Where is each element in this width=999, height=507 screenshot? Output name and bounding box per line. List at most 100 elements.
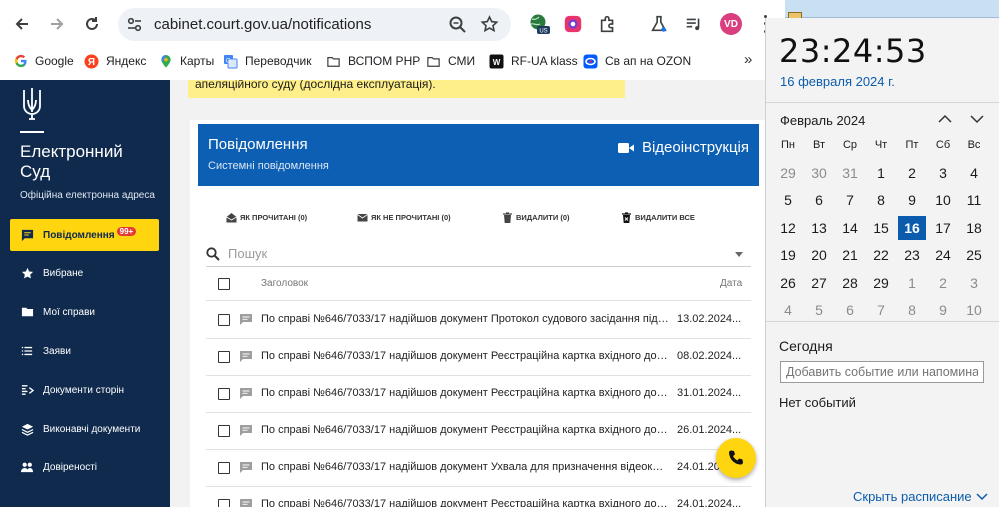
chevron-down-icon[interactable] (970, 112, 984, 126)
zoom-icon[interactable] (448, 15, 467, 34)
extensions-puzzle-icon[interactable] (597, 13, 619, 35)
mark-read-button[interactable]: ЯК ПРОЧИТАНІ (0) (226, 212, 307, 223)
hide-schedule-link[interactable]: Скрыть расписание (853, 489, 988, 504)
delete-button[interactable]: ВИДАЛИТИ (0) (502, 212, 570, 223)
bookmark-folder-vspom[interactable]: ВСПОМ РНР (326, 51, 420, 71)
chevron-up-icon[interactable] (938, 112, 952, 126)
calendar-day[interactable]: 3 (960, 271, 988, 295)
calendar-day[interactable]: 22 (867, 243, 895, 267)
bookmark-google[interactable]: Google (13, 51, 74, 71)
calendar-day[interactable]: 2 (898, 161, 926, 185)
sidebar-item-applications[interactable]: Заяви (10, 335, 159, 367)
sidebar-item-enforcement-documents[interactable]: Виконавчі документи (10, 413, 159, 445)
color-extension-icon[interactable] (562, 13, 584, 35)
calendar-day[interactable]: 6 (805, 188, 833, 212)
calendar-day[interactable]: 27 (805, 271, 833, 295)
calendar-day[interactable]: 6 (836, 298, 864, 322)
bookmarks-overflow-chevron[interactable]: » (744, 51, 752, 68)
calendar-day[interactable]: 3 (929, 161, 957, 185)
forward-button[interactable] (43, 10, 71, 38)
bookmark-rf-ua-klass[interactable]: W RF-UA klass (489, 51, 578, 71)
row-title[interactable]: По справі №646/7033/17 надійшов документ… (261, 498, 669, 507)
table-row[interactable]: По справі №646/7033/17 надійшов документ… (206, 487, 751, 507)
add-event-input[interactable] (780, 361, 984, 383)
column-header-title[interactable]: Заголовок (261, 278, 308, 289)
bookmark-maps[interactable]: Карты (158, 51, 214, 71)
call-support-button[interactable] (716, 438, 756, 478)
sidebar-item-party-documents[interactable]: Документи сторін (10, 374, 159, 406)
row-checkbox[interactable] (218, 425, 230, 437)
table-row[interactable]: По справі №646/7033/17 надійшов документ… (206, 450, 751, 487)
row-checkbox[interactable] (218, 499, 230, 507)
calendar-day[interactable]: 29 (867, 271, 895, 295)
calendar-day[interactable]: 8 (898, 298, 926, 322)
calendar-day[interactable]: 9 (929, 298, 957, 322)
search-dropdown-chevron-icon[interactable] (735, 252, 743, 257)
labs-flask-icon[interactable] (648, 13, 670, 35)
row-checkbox[interactable] (218, 462, 230, 474)
site-settings-icon[interactable] (126, 16, 143, 33)
calendar-day[interactable]: 7 (867, 298, 895, 322)
media-controls-icon[interactable] (683, 13, 705, 35)
clock-date-link[interactable]: 16 февраля 2024 г. (780, 74, 895, 89)
calendar-day[interactable]: 4 (774, 298, 802, 322)
calendar-day[interactable]: 31 (836, 161, 864, 185)
calendar-day[interactable]: 8 (867, 188, 895, 212)
calendar-day[interactable]: 19 (774, 243, 802, 267)
back-button[interactable] (8, 10, 36, 38)
calendar-day[interactable]: 13 (805, 216, 833, 240)
delete-all-button[interactable]: ВИДАЛИТИ ВСЕ (621, 212, 695, 223)
sidebar-item-my-cases[interactable]: Мої справи (10, 296, 159, 328)
vpn-extension-icon[interactable]: US (528, 13, 550, 35)
sidebar-item-notifications[interactable]: Повідомлення 99+ (10, 219, 159, 251)
table-row[interactable]: По справі №646/7033/17 надійшов документ… (206, 376, 751, 413)
reload-button[interactable] (78, 10, 106, 38)
calendar-day[interactable]: 1 (867, 161, 895, 185)
calendar-month-title[interactable]: Февраль 2024 (780, 113, 865, 128)
bookmark-yandex[interactable]: Я Яндекс (84, 51, 146, 71)
calendar-day[interactable]: 25 (960, 243, 988, 267)
calendar-day[interactable]: 5 (774, 188, 802, 212)
calendar-day[interactable]: 17 (929, 216, 957, 240)
calendar-day[interactable]: 2 (929, 271, 957, 295)
column-header-date[interactable]: Дата (720, 278, 742, 289)
calendar-day[interactable]: 10 (960, 298, 988, 322)
select-all-checkbox[interactable] (218, 278, 230, 290)
sidebar-item-favorites[interactable]: Вибране (10, 257, 159, 289)
calendar-day[interactable]: 30 (805, 161, 833, 185)
row-title[interactable]: По справі №646/7033/17 надійшов документ… (261, 461, 669, 473)
profile-avatar[interactable]: VD (720, 13, 742, 35)
bookmark-ozon[interactable]: Св ап на OZON (583, 51, 691, 71)
calendar-day[interactable]: 15 (867, 216, 895, 240)
search-input[interactable] (228, 246, 708, 261)
row-title[interactable]: По справі №646/7033/17 надійшов документ… (261, 350, 669, 362)
calendar-day[interactable]: 10 (929, 188, 957, 212)
calendar-day-today[interactable]: 16 (898, 216, 926, 240)
calendar-day[interactable]: 24 (929, 243, 957, 267)
calendar-day[interactable]: 29 (774, 161, 802, 185)
video-instruction-link[interactable]: Відеоінструкція (617, 139, 749, 156)
calendar-day[interactable]: 7 (836, 188, 864, 212)
address-bar[interactable]: cabinet.court.gov.ua/notifications (118, 8, 511, 41)
calendar-day[interactable]: 5 (805, 298, 833, 322)
calendar-day[interactable]: 26 (774, 271, 802, 295)
row-title[interactable]: По справі №646/7033/17 надійшов документ… (261, 313, 669, 325)
row-title[interactable]: По справі №646/7033/17 надійшов документ… (261, 387, 669, 399)
calendar-day[interactable]: 11 (960, 188, 988, 212)
calendar-day[interactable]: 12 (774, 216, 802, 240)
row-checkbox[interactable] (218, 314, 230, 326)
calendar-day[interactable]: 21 (836, 243, 864, 267)
bookmark-star-icon[interactable] (480, 15, 499, 34)
calendar-day[interactable]: 28 (836, 271, 864, 295)
calendar-day[interactable]: 14 (836, 216, 864, 240)
row-title[interactable]: По справі №646/7033/17 надійшов документ… (261, 424, 669, 436)
calendar-day[interactable]: 4 (960, 161, 988, 185)
calendar-day[interactable]: 1 (898, 271, 926, 295)
table-row[interactable]: По справі №646/7033/17 надійшов документ… (206, 302, 751, 339)
calendar-day[interactable]: 20 (805, 243, 833, 267)
sidebar-item-powers-of-attorney[interactable]: Довіреності (10, 451, 159, 483)
calendar-day[interactable]: 9 (898, 188, 926, 212)
calendar-day[interactable]: 23 (898, 243, 926, 267)
bookmark-folder-smi[interactable]: СМИ (426, 51, 475, 71)
table-row[interactable]: По справі №646/7033/17 надійшов документ… (206, 339, 751, 376)
